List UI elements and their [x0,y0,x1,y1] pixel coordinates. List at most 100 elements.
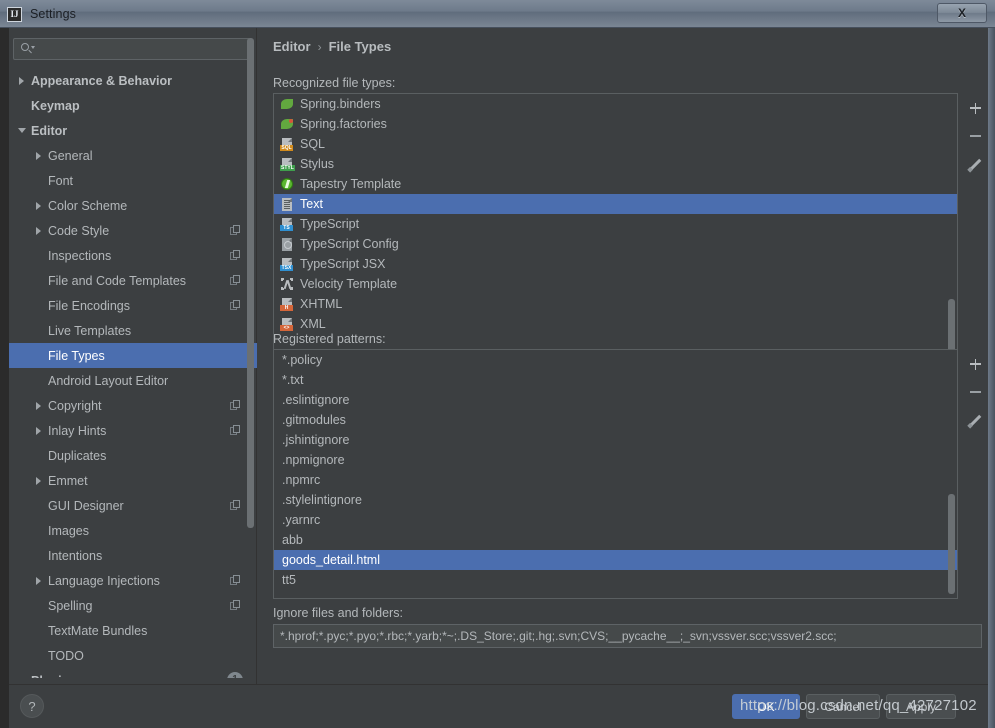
file-type-row[interactable]: TS TypeScript [274,214,957,234]
copy-settings-icon[interactable] [230,250,241,261]
sidebar-item-code-style[interactable]: Code Style [9,218,257,243]
sidebar-scrollbar[interactable] [247,38,254,528]
recognized-remove-button[interactable] [961,122,989,150]
pattern-row[interactable]: .npmrc [274,470,957,490]
file-type-row[interactable]: Velocity Template [274,274,957,294]
stylus-file-icon: STYL [280,157,295,171]
recognized-file-types-list[interactable]: Spring.binders Spring.factories SQL SQL STYL… [273,93,958,363]
pattern-row[interactable]: abb [274,530,957,550]
chevron-right-icon[interactable] [34,400,45,411]
breadcrumb-parent[interactable]: Editor [273,39,311,54]
pattern-row[interactable]: .yarnrc [274,510,957,530]
ignore-files-input[interactable]: *.hprof;*.pyc;*.pyo;*.rbc;*.yarb;*~;.DS_… [273,624,982,648]
sidebar-item-general[interactable]: General [9,143,257,168]
file-type-row[interactable]: Tapestry Template [274,174,957,194]
chevron-right-icon[interactable] [34,200,45,211]
chevron-down-icon[interactable] [17,125,28,136]
sidebar-item-duplicates[interactable]: Duplicates [9,443,257,468]
pattern-row[interactable]: .npmignore [274,450,957,470]
registered-edit-button[interactable] [961,406,989,434]
sidebar-item-todo[interactable]: TODO [9,643,257,668]
sidebar-item-file-and-code-templates[interactable]: File and Code Templates [9,268,257,293]
pattern-row[interactable]: *.txt [274,370,957,390]
spring-leaf-icon [280,97,294,111]
file-type-row[interactable]: Spring.factories [274,114,957,134]
sidebar-item-keymap[interactable]: Keymap [9,93,257,118]
sidebar-item-textmate-bundles[interactable]: TextMate Bundles [9,618,257,643]
copy-settings-icon[interactable] [230,600,241,611]
copy-settings-icon[interactable] [230,425,241,436]
file-type-row[interactable]: STYL Stylus [274,154,957,174]
recognized-add-button[interactable] [961,94,989,122]
pattern-row[interactable]: .eslintignore [274,390,957,410]
copy-settings-icon[interactable] [230,300,241,311]
file-type-row[interactable]: TSX TypeScript JSX [274,254,957,274]
copy-settings-icon[interactable] [230,275,241,286]
sidebar-item-inlay-hints[interactable]: Inlay Hints [9,418,257,443]
sidebar-item-editor[interactable]: Editor [9,118,257,143]
sidebar-item-label: File and Code Templates [48,273,187,288]
file-type-row[interactable]: SQL SQL [274,134,957,154]
pattern-row[interactable]: goods_detail.html [274,550,957,570]
pattern-row[interactable]: tt5 [274,570,957,590]
sidebar-item-spelling[interactable]: Spelling [9,593,257,618]
settings-main-panel: Editor › File Types Recognized file type… [257,28,988,684]
registered-remove-button[interactable] [961,378,989,406]
file-type-row[interactable]: Spring.binders [274,94,957,114]
apply-button[interactable]: Apply [886,694,956,719]
sidebar-item-inspections[interactable]: Inspections [9,243,257,268]
chevron-right-icon[interactable] [34,425,45,436]
recognized-edit-button[interactable] [961,150,989,178]
copy-settings-icon[interactable] [230,500,241,511]
pattern-row[interactable]: .gitmodules [274,410,957,430]
pattern-row[interactable]: *.policy [274,350,957,370]
pattern-row[interactable]: .stylelintignore [274,490,957,510]
sidebar-item-label: Inspections [48,248,112,263]
sidebar-item-font[interactable]: Font [9,168,257,193]
registered-list-scrollbar[interactable] [948,494,955,594]
sidebar-item-intentions[interactable]: Intentions [9,543,257,568]
pattern-row[interactable]: .jshintignore [274,430,957,450]
copy-settings-icon[interactable] [230,575,241,586]
ok-button[interactable]: OK [732,694,800,719]
sidebar-item-label: Duplicates [48,448,107,463]
chevron-right-icon[interactable] [17,75,28,86]
sidebar-item-label: Images [48,523,89,538]
sidebar-item-language-injections[interactable]: Language Injections [9,568,257,593]
chevron-right-icon[interactable] [34,475,45,486]
sidebar-item-images[interactable]: Images [9,518,257,543]
sidebar-item-emmet[interactable]: Emmet [9,468,257,493]
cancel-button[interactable]: Cancel [806,694,880,719]
sidebar-item-android-layout-editor[interactable]: Android Layout Editor [9,368,257,393]
sidebar-item-plugins[interactable]: Plugins 1 [9,668,257,678]
sidebar-item-file-types[interactable]: File Types [9,343,257,368]
sidebar-item-copyright[interactable]: Copyright [9,393,257,418]
copy-settings-icon[interactable] [230,400,241,411]
sidebar-item-color-scheme[interactable]: Color Scheme [9,193,257,218]
file-type-row[interactable]: <> XML [274,314,957,334]
sidebar-item-file-encodings[interactable]: File Encodings [9,293,257,318]
copy-settings-icon[interactable] [230,225,241,236]
file-type-tag: SQL [280,145,293,151]
pattern-value: .gitmodules [282,413,346,427]
help-button[interactable]: ? [20,694,44,718]
registered-patterns-list[interactable]: *.policy *.txt .eslintignore .gitmodules .js… [273,349,958,599]
sidebar-item-appearance-behavior[interactable]: Appearance & Behavior [9,68,257,93]
chevron-right-icon[interactable] [34,150,45,161]
sidebar-item-gui-designer[interactable]: GUI Designer [9,493,257,518]
file-type-row[interactable]: TypeScript Config [274,234,957,254]
close-icon[interactable]: X [937,3,987,23]
pattern-value: .npmrc [282,473,321,487]
registered-add-button[interactable] [961,350,989,378]
search-input[interactable] [13,38,250,60]
sidebar-item-live-templates[interactable]: Live Templates [9,318,257,343]
chevron-right-icon[interactable] [34,575,45,586]
chevron-right-icon[interactable] [34,225,45,236]
settings-category-tree[interactable]: Appearance & Behavior Keymap Editor General… [9,68,257,678]
file-type-row[interactable]: Text [274,194,957,214]
file-type-row[interactable]: H XHTML [274,294,957,314]
file-type-name: XHTML [300,297,343,311]
